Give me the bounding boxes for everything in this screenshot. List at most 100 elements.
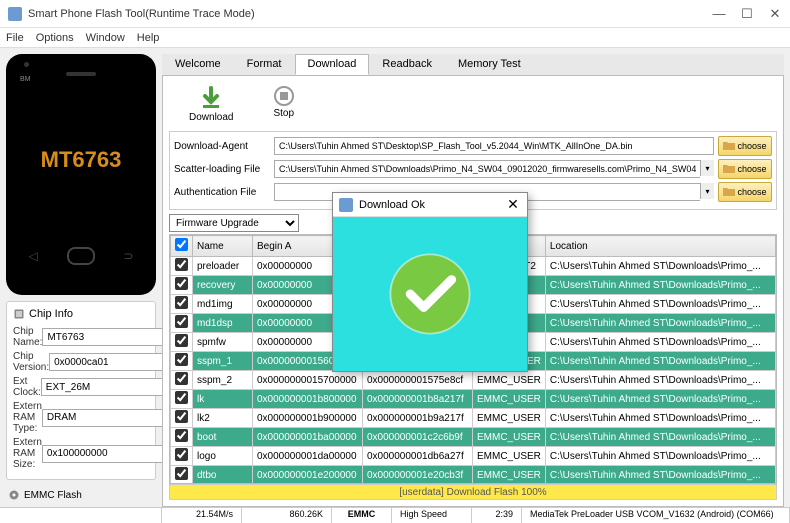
folder-icon	[723, 141, 735, 151]
auth-dropdown-arrow[interactable]: ▾	[700, 183, 714, 199]
dialog-app-icon	[339, 198, 353, 212]
tab-memory-test[interactable]: Memory Test	[445, 54, 534, 75]
gear-icon	[8, 489, 20, 501]
chip-display-text: MT6763	[41, 147, 122, 173]
tab-download[interactable]: Download	[295, 54, 370, 75]
table-row[interactable]: lk0x000000001b8000000x000000001b8a217fEM…	[171, 390, 776, 409]
firmware-mode-select[interactable]: Firmware Upgrade	[169, 214, 299, 232]
row-checkbox[interactable]	[175, 410, 188, 423]
minimize-button[interactable]: —	[712, 7, 726, 21]
cell-region: EMMC_USER	[473, 390, 546, 409]
cell-location: C:\Users\Tuhin Ahmed ST\Downloads\Primo_…	[545, 314, 775, 333]
status-size: 860.26K	[242, 508, 332, 523]
table-row[interactable]: dtbo0x000000001e2000000x000000001e20cb3f…	[171, 466, 776, 485]
row-checkbox[interactable]	[175, 315, 188, 328]
cell-begin: 0x000000001b900000	[253, 409, 363, 428]
phone-preview: BM MT6763 ◁ ⊃	[6, 54, 156, 295]
cell-location: C:\Users\Tuhin Ahmed ST\Downloads\Primo_…	[545, 352, 775, 371]
status-mode: High Speed	[392, 508, 472, 523]
cell-begin: 0x000000001b800000	[253, 390, 363, 409]
choose-auth-button[interactable]: choose	[718, 182, 772, 202]
cell-begin: 0x0000000015700000	[253, 371, 363, 390]
row-checkbox[interactable]	[175, 334, 188, 347]
status-speed: 21.54M/s	[162, 508, 242, 523]
cell-name: sspm_1	[193, 352, 253, 371]
cell-name: preloader	[193, 257, 253, 276]
download-agent-field[interactable]	[274, 137, 714, 155]
row-checkbox[interactable]	[175, 429, 188, 442]
cell-name: boot	[193, 428, 253, 447]
download-button[interactable]: Download	[189, 86, 233, 123]
choose-agent-button[interactable]: choose	[718, 136, 772, 156]
menu-window[interactable]: Window	[86, 32, 125, 44]
cell-name: logo	[193, 447, 253, 466]
menu-file[interactable]: File	[6, 32, 24, 44]
cell-addr: 0x000000001c2c6b9f	[363, 428, 473, 447]
cell-location: C:\Users\Tuhin Ahmed ST\Downloads\Primo_…	[545, 295, 775, 314]
cell-name: lk2	[193, 409, 253, 428]
tab-readback[interactable]: Readback	[369, 54, 445, 75]
download-ok-dialog: Download Ok ✕	[332, 192, 528, 372]
cell-addr: 0x000000001e20cb3f	[363, 466, 473, 485]
cell-region: EMMC_USER	[473, 371, 546, 390]
table-row[interactable]: sspm_20x00000000157000000x000000001575e8…	[171, 371, 776, 390]
row-checkbox[interactable]	[175, 467, 188, 480]
cell-location: C:\Users\Tuhin Ahmed ST\Downloads\Primo_…	[545, 428, 775, 447]
tab-welcome[interactable]: Welcome	[162, 54, 234, 75]
cell-name: sspm_2	[193, 371, 253, 390]
success-check-icon	[385, 249, 475, 339]
scatter-file-field[interactable]	[274, 160, 700, 178]
scatter-dropdown-arrow[interactable]: ▾	[700, 160, 714, 176]
stop-icon	[274, 86, 294, 106]
cell-addr: 0x000000001b9a217f	[363, 409, 473, 428]
cell-location: C:\Users\Tuhin Ahmed ST\Downloads\Primo_…	[545, 390, 775, 409]
row-checkbox[interactable]	[175, 277, 188, 290]
phone-back-icon: ◁	[28, 249, 37, 263]
status-storage: EMMC	[332, 508, 392, 523]
folder-icon	[723, 187, 735, 197]
select-all-checkbox[interactable]	[175, 238, 188, 251]
status-bar: 21.54M/s 860.26K EMMC High Speed 2:39 Me…	[0, 507, 790, 523]
row-checkbox[interactable]	[175, 448, 188, 461]
cell-addr: 0x000000001575e8cf	[363, 371, 473, 390]
cell-region: EMMC_USER	[473, 409, 546, 428]
cell-location: C:\Users\Tuhin Ahmed ST\Downloads\Primo_…	[545, 466, 775, 485]
row-checkbox[interactable]	[175, 258, 188, 271]
chip-info-panel: Chip Info Chip Name: Chip Version: Ext C…	[6, 301, 156, 480]
row-checkbox[interactable]	[175, 296, 188, 309]
download-arrow-icon	[199, 86, 223, 110]
app-icon	[8, 7, 22, 21]
phone-recent-icon: ⊃	[123, 249, 133, 263]
stop-button[interactable]: Stop	[273, 86, 294, 123]
close-button[interactable]: ✕	[768, 7, 782, 21]
cell-name: dtbo	[193, 466, 253, 485]
cell-name: md1dsp	[193, 314, 253, 333]
cell-begin: 0x000000001da00000	[253, 447, 363, 466]
row-checkbox[interactable]	[175, 391, 188, 404]
cell-location: C:\Users\Tuhin Ahmed ST\Downloads\Primo_…	[545, 333, 775, 352]
cell-location: C:\Users\Tuhin Ahmed ST\Downloads\Primo_…	[545, 257, 775, 276]
cell-name: spmfw	[193, 333, 253, 352]
tab-format[interactable]: Format	[234, 54, 295, 75]
phone-home-icon	[67, 247, 95, 265]
table-row[interactable]: logo0x000000001da000000x000000001db6a27f…	[171, 447, 776, 466]
cell-location: C:\Users\Tuhin Ahmed ST\Downloads\Primo_…	[545, 276, 775, 295]
status-time: 2:39	[472, 508, 522, 523]
dialog-close-button[interactable]: ✕	[505, 197, 521, 213]
table-row[interactable]: boot0x000000001ba000000x000000001c2c6b9f…	[171, 428, 776, 447]
window-title: Smart Phone Flash Tool(Runtime Trace Mod…	[28, 8, 712, 20]
emmc-flash-row[interactable]: EMMC Flash	[6, 486, 156, 501]
table-row[interactable]: lk20x000000001b9000000x000000001b9a217fE…	[171, 409, 776, 428]
choose-scatter-button[interactable]: choose	[718, 159, 772, 179]
cell-location: C:\Users\Tuhin Ahmed ST\Downloads\Primo_…	[545, 371, 775, 390]
maximize-button[interactable]: ☐	[740, 7, 754, 21]
chip-icon	[13, 308, 25, 320]
cell-addr: 0x000000001db6a27f	[363, 447, 473, 466]
cell-name: md1img	[193, 295, 253, 314]
menu-help[interactable]: Help	[137, 32, 160, 44]
menu-options[interactable]: Options	[36, 32, 74, 44]
row-checkbox[interactable]	[175, 372, 188, 385]
cell-begin: 0x000000001e200000	[253, 466, 363, 485]
row-checkbox[interactable]	[175, 353, 188, 366]
folder-icon	[723, 164, 735, 174]
